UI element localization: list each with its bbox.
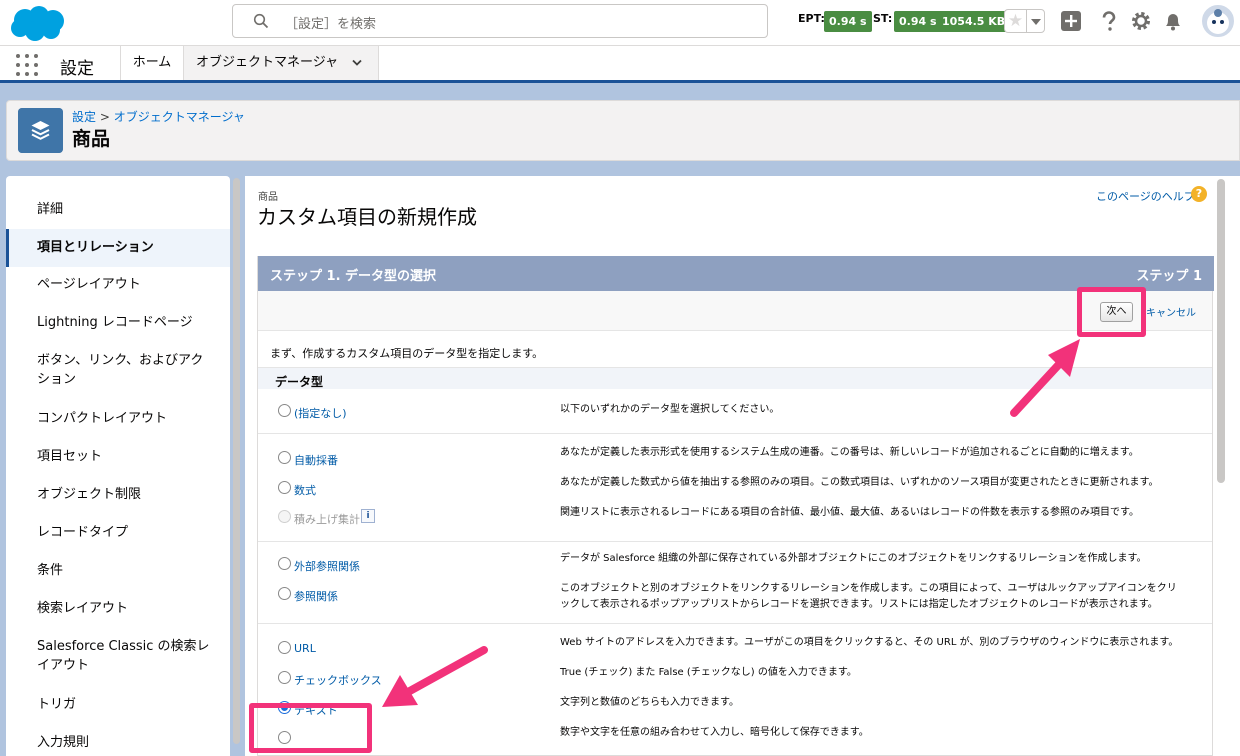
sidebar-item-page-layouts[interactable]: ページレイアウト	[6, 275, 230, 294]
main-scrollbar[interactable]	[1217, 179, 1225, 483]
bell-icon[interactable]	[1162, 10, 1184, 32]
radio-auto-number[interactable]	[278, 451, 291, 464]
option-description: 数字や文字を任意の組み合わせて入力し、暗号化して保存できます。	[560, 727, 869, 738]
option-label[interactable]: 数式	[294, 482, 316, 498]
step-title: ステップ 1. データ型の選択	[270, 269, 437, 284]
sidebar-item-label-line1: ボタン、リンク、およびアク	[37, 353, 204, 368]
radio-formula[interactable]	[278, 481, 291, 494]
global-search-input[interactable]: ［設定］を検索	[232, 4, 768, 38]
gear-icon[interactable]	[1130, 10, 1152, 32]
option-description: あなたが定義した表示形式を使用するシステム生成の連番。この番号は、新しいレコード…	[560, 447, 1139, 458]
radio-external-lookup[interactable]	[278, 557, 291, 570]
sidebar-item-search-layouts[interactable]: 検索レイアウト	[6, 599, 230, 618]
search-placeholder: ［設定］を検索	[285, 17, 377, 32]
add-icon[interactable]	[1060, 10, 1082, 32]
option-description: 関連リストに表示されるレコードにある項目の合計値、最小値、最大値、あるいはレコー…	[560, 507, 1139, 518]
sidebar-scrollbar[interactable]	[233, 178, 240, 744]
astro-avatar-icon	[1207, 9, 1229, 34]
help-icon[interactable]	[1098, 10, 1120, 32]
user-avatar[interactable]	[1200, 3, 1236, 39]
sidebar-item-record-types[interactable]: レコードタイプ	[6, 523, 230, 542]
group-divider	[258, 541, 1212, 542]
sidebar-item-conditions[interactable]: 条件	[6, 561, 230, 580]
group-divider	[258, 433, 1212, 434]
radio-url[interactable]	[278, 641, 291, 654]
st-badge: 0.94 s	[894, 11, 942, 32]
breadcrumb: 設定 > オブジェクトマネージャ	[72, 108, 245, 125]
sidebar-item-fields-relationships[interactable]: 項目とリレーション	[6, 229, 230, 267]
ept-label: EPT:	[798, 12, 825, 25]
object-header: 設定 > オブジェクトマネージャ 商品	[6, 100, 1240, 161]
tab-home[interactable]: ホーム	[121, 46, 183, 80]
text-option-highlight	[249, 703, 372, 753]
app-nav-bar: 設定 ホーム オブジェクトマネージャ	[0, 46, 1240, 83]
page-title: カスタム項目の新規作成	[257, 205, 477, 229]
object-sidebar: 詳細 項目とリレーション ページレイアウト Lightning レコードページ …	[6, 176, 230, 756]
step-header: ステップ 1. データ型の選択 ステップ 1	[258, 256, 1214, 291]
radio-roll-up-summary	[278, 510, 291, 523]
sidebar-item-buttons-links-actions[interactable]: ボタン、リンク、およびアク ション	[6, 351, 230, 389]
info-icon[interactable]: i	[361, 509, 375, 523]
app-launcher-icon[interactable]	[16, 54, 38, 76]
sidebar-item-triggers[interactable]: トリガ	[6, 695, 230, 714]
annotation-arrow-icon	[382, 646, 488, 707]
option-description: データが Salesforce 組織の外部に保存されている外部オブジェクトにこの…	[560, 553, 1147, 564]
section-title: データ型	[275, 375, 324, 389]
option-label[interactable]: 自動採番	[294, 452, 338, 468]
option-label[interactable]: URL	[294, 642, 316, 655]
sidebar-item-validation-rules[interactable]: 入力規則	[6, 733, 230, 752]
breadcrumb-separator: >	[99, 110, 110, 124]
option-label[interactable]: (指定なし)	[294, 405, 347, 421]
sidebar-item-label-line1: Salesforce Classic の検索レ	[37, 639, 210, 654]
sidebar-item-field-sets[interactable]: 項目セット	[6, 447, 230, 466]
sidebar-item-lightning-record-pages[interactable]: Lightning レコードページ	[6, 313, 230, 332]
option-label[interactable]: チェックボックス	[294, 672, 382, 688]
option-label: 積み上げ集計	[294, 513, 360, 526]
sidebar-item-label-line2: イアウト	[37, 658, 90, 673]
option-description: あなたが定義した数式から値を抽出する参照のみの項目。この数式項目は、いずれかのソ…	[560, 477, 1159, 488]
group-divider	[258, 623, 1212, 624]
radio-none[interactable]	[278, 404, 291, 417]
chevron-down-icon[interactable]	[352, 59, 362, 67]
breadcrumb-object-manager-link[interactable]: オブジェクトマネージャ	[114, 110, 245, 124]
object-title: 商品	[72, 128, 111, 150]
salesforce-logo[interactable]	[8, 5, 66, 43]
global-header: ［設定］を検索 EPT: 0.94 s ST: 0.94 s 1054.5 KB…	[0, 0, 1240, 46]
sidebar-item-object-limits[interactable]: オブジェクト制限	[6, 485, 230, 504]
option-description: このオブジェクトと別のオブジェクトをリンクするリレーションを作成します。この項目…	[560, 583, 1177, 610]
tab-object-manager-label: オブジェクトマネージャ	[196, 55, 339, 70]
option-description: True (チェック) また False (チェックなし) の値を入力できます。	[560, 667, 857, 678]
sidebar-item-classic-search-layouts[interactable]: Salesforce Classic の検索レ イアウト	[6, 637, 230, 675]
layers-icon	[18, 108, 63, 153]
favorites-dropdown-button[interactable]	[1026, 9, 1045, 33]
sidebar-item-details[interactable]: 詳細	[6, 200, 230, 219]
favorite-star-icon[interactable]: ★	[1004, 9, 1026, 33]
help-question-icon[interactable]: ?	[1191, 186, 1207, 202]
option-label[interactable]: 参照関係	[294, 588, 338, 604]
annotation-arrow-icon	[1010, 339, 1080, 417]
radio-checkbox[interactable]	[278, 671, 291, 684]
ept-badge: 0.94 s	[824, 11, 872, 32]
tab-object-manager[interactable]: オブジェクトマネージャ	[183, 46, 379, 80]
help-link[interactable]: このページのヘルプ	[1096, 188, 1195, 204]
next-button-highlight	[1077, 287, 1146, 337]
st-label: ST:	[873, 12, 893, 25]
sidebar-item-compact-layouts[interactable]: コンパクトレイアウト	[6, 409, 230, 428]
option-label[interactable]: 外部参照関係	[294, 558, 360, 574]
instruction-text: まず、作成するカスタム項目のデータ型を指定します。	[270, 347, 544, 360]
cancel-link[interactable]: キャンセル	[1146, 304, 1196, 319]
breadcrumb-setup-link[interactable]: 設定	[72, 110, 96, 124]
radio-lookup[interactable]	[278, 587, 291, 600]
step-indicator: ステップ 1	[1136, 269, 1202, 284]
page-size-badge: 1054.5 KB	[937, 11, 1011, 32]
search-icon	[253, 13, 269, 29]
option-description: Web サイトのアドレスを入力できます。ユーザがこの項目をクリックすると、その …	[560, 637, 1179, 648]
option-description: 文字列と数値のどちらも入力できます。	[560, 697, 739, 708]
sidebar-item-label-line2: ション	[37, 372, 77, 387]
app-name: 設定	[60, 59, 94, 79]
button-row: 次へ キャンセル	[258, 291, 1212, 331]
